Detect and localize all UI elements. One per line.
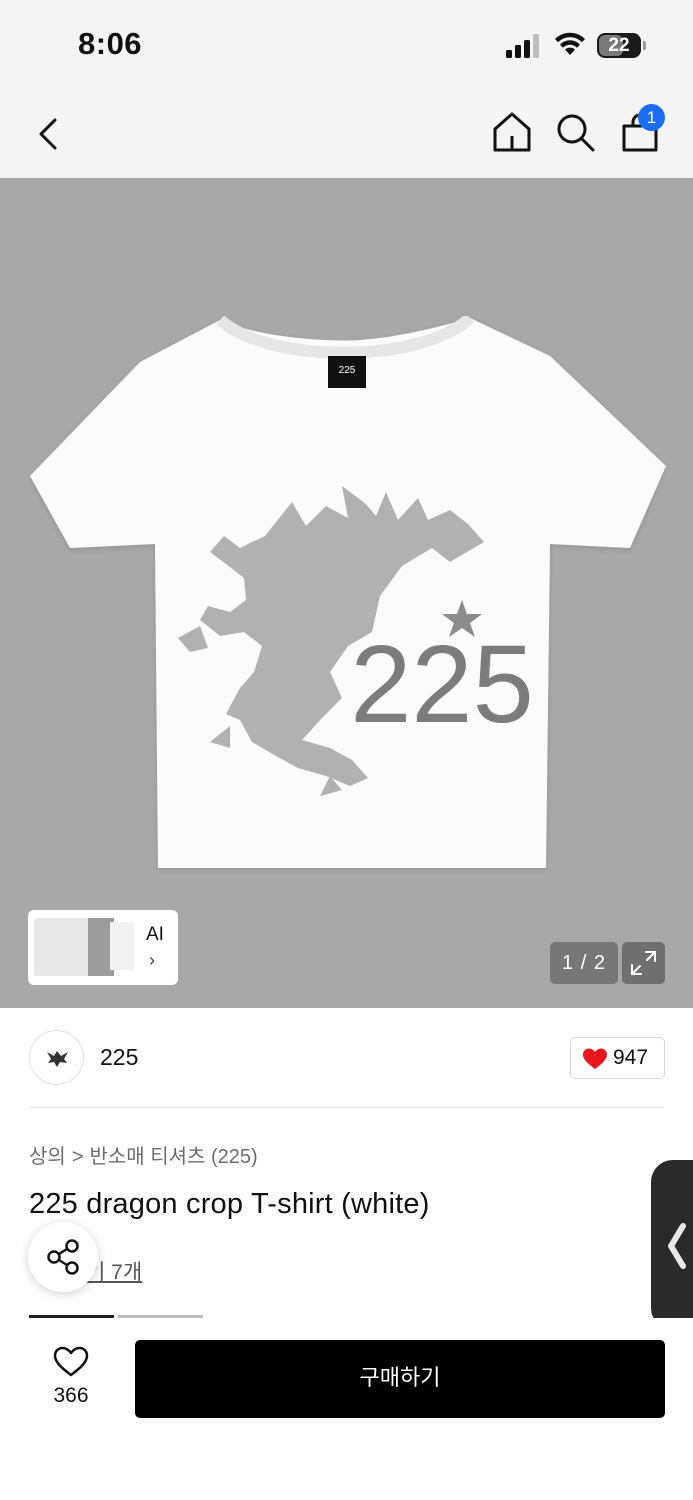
thumb-image [34, 918, 92, 976]
wishlist-count: 366 [53, 1384, 89, 1407]
buy-button[interactable]: 구매하기 [135, 1340, 665, 1418]
heart-filled-icon [583, 1048, 607, 1069]
wishlist-button[interactable]: 366 [40, 1342, 102, 1412]
back-icon[interactable] [28, 112, 72, 156]
chevron-right-icon: › [149, 950, 155, 970]
product-gallery[interactable]: 225 225 [0, 178, 693, 1008]
breadcrumb-item[interactable]: 상의 [29, 1140, 66, 1169]
breadcrumb-separator: > [71, 1146, 84, 1168]
breadcrumb-item[interactable]: 반소매 티셔츠 (225) [90, 1140, 258, 1169]
cellular-signal-icon [506, 34, 539, 58]
divider [29, 1107, 664, 1108]
brand-logo[interactable] [29, 1030, 84, 1085]
wifi-icon [555, 32, 585, 55]
status-bar: 8:06 22 [0, 0, 693, 92]
home-icon[interactable] [490, 110, 534, 154]
share-button[interactable] [28, 1222, 98, 1292]
thumb-image [110, 922, 134, 970]
brand-logo-icon [47, 1051, 68, 1067]
heart-outline-icon [53, 1346, 89, 1377]
brand-name[interactable]: 225 [100, 1044, 138, 1071]
breadcrumb: 상의 > 반소매 티셔츠 (225) [29, 1140, 258, 1169]
brand-like-button[interactable]: 947 [570, 1037, 665, 1079]
bottom-bar: 366 구매하기 [0, 1318, 693, 1500]
search-icon[interactable] [553, 110, 597, 154]
expand-icon[interactable] [622, 942, 665, 984]
brand-like-count: 947 [613, 1046, 649, 1069]
product-image-tshirt[interactable]: 225 225 [30, 316, 666, 876]
battery-icon: 22 [597, 33, 647, 58]
ai-try-on-thumbnail[interactable]: AI › [28, 910, 178, 985]
share-icon [47, 1239, 79, 1275]
cart-badge: 1 [638, 104, 665, 131]
product-title: 225 dragon crop T-shirt (white) [29, 1188, 430, 1220]
chevron-left-icon [668, 1223, 686, 1269]
image-page-indicator: 1 / 2 [550, 942, 618, 984]
battery-level: 22 [608, 35, 630, 56]
neck-label: 225 [339, 365, 356, 376]
side-drawer-tab[interactable] [651, 1160, 693, 1330]
print-225-text: 225 [350, 623, 534, 746]
ai-label: AI [146, 924, 164, 945]
nav-header [0, 92, 693, 178]
status-time: 8:06 [78, 26, 143, 61]
